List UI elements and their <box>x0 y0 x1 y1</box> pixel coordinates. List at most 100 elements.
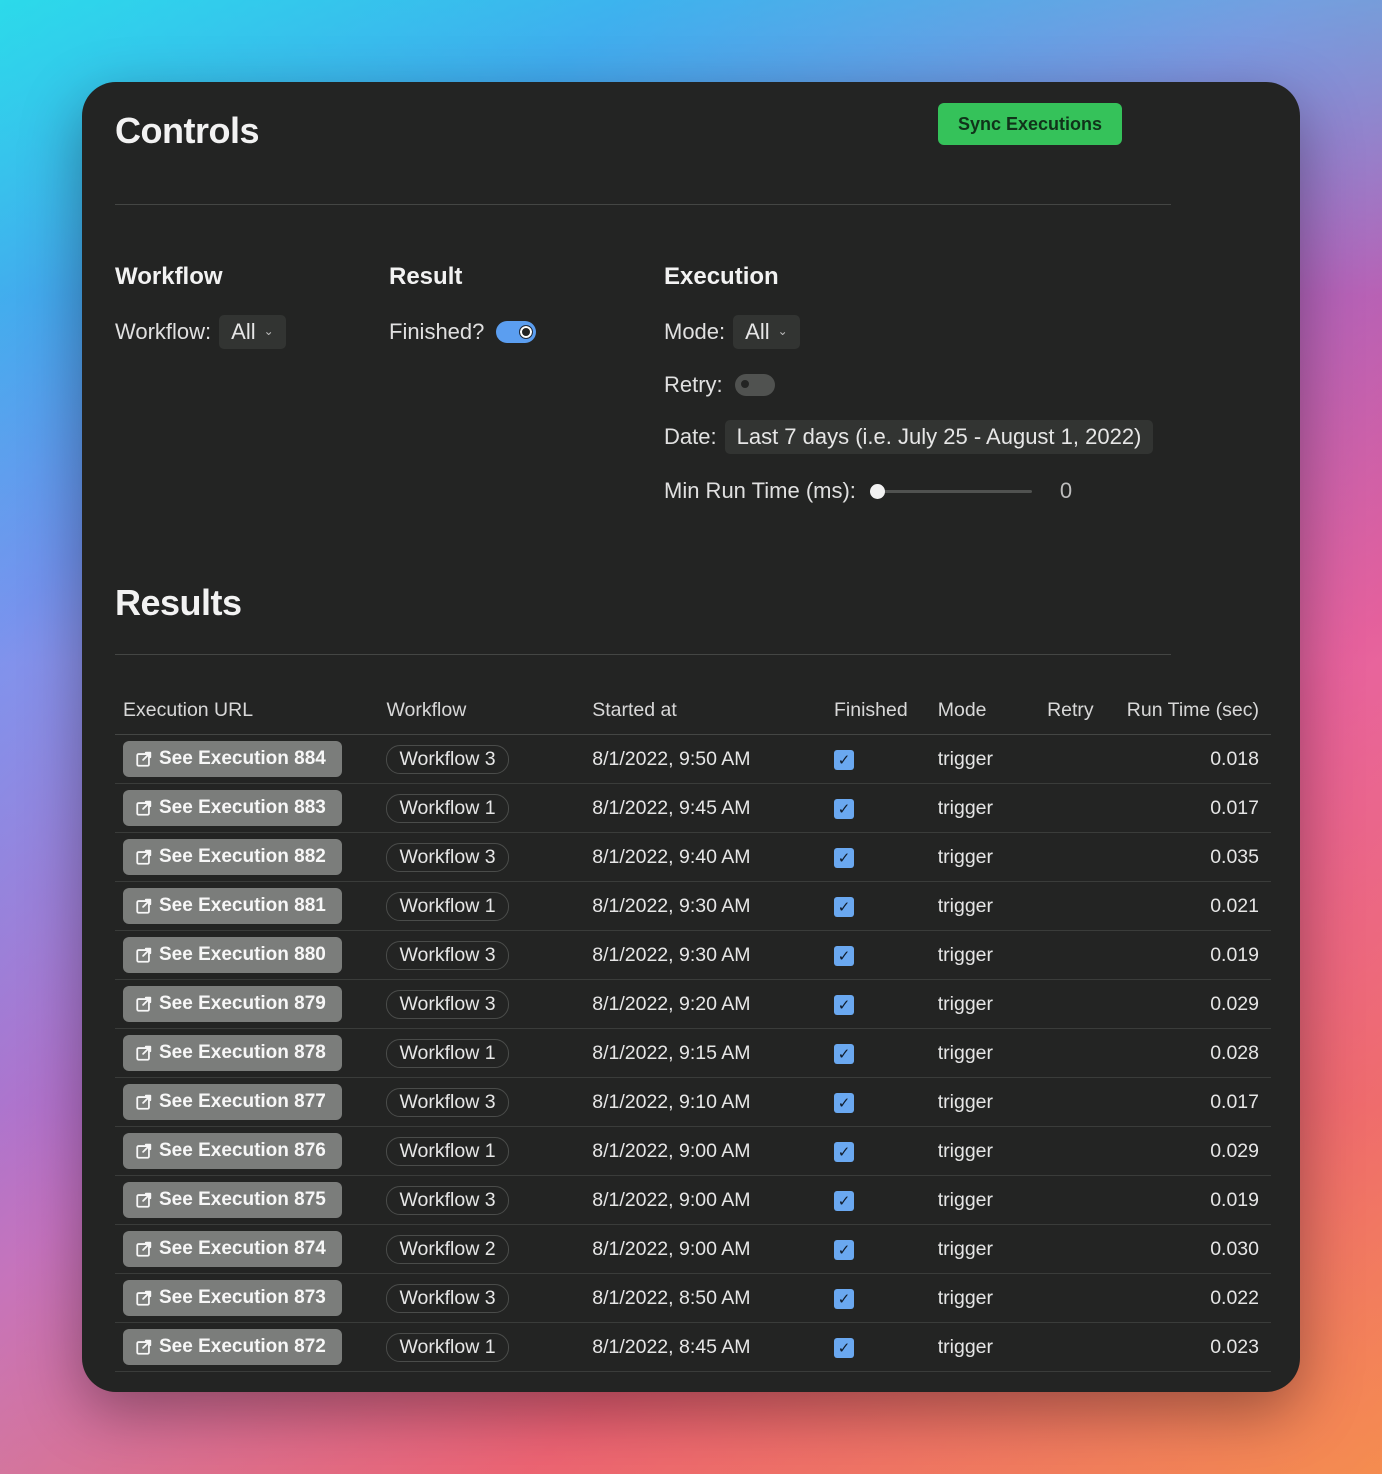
retry-cell <box>1039 1078 1119 1127</box>
see-execution-button[interactable]: See Execution 883 <box>123 790 342 826</box>
workflow-badge: Workflow 1 <box>386 794 508 823</box>
column-header[interactable]: Execution URL <box>115 686 378 735</box>
finished-cell: ✓ <box>826 980 930 1029</box>
column-header[interactable]: Retry <box>1039 686 1119 735</box>
external-link-icon <box>135 1240 153 1258</box>
workflow-select[interactable]: All ⌄ <box>219 315 286 349</box>
external-link-icon <box>135 750 153 768</box>
external-link-icon <box>135 1338 153 1356</box>
execution-url-cell: See Execution 873 <box>115 1274 378 1323</box>
mode-label: Mode: <box>664 319 725 345</box>
column-header[interactable]: Started at <box>584 686 826 735</box>
mode-cell: trigger <box>930 1323 1039 1372</box>
checkbox-checked-icon: ✓ <box>834 897 854 917</box>
run-time-cell: 0.017 <box>1119 1078 1271 1127</box>
workflow-filter: Workflow: All ⌄ <box>115 315 286 349</box>
retry-cell <box>1039 1127 1119 1176</box>
finished-toggle[interactable] <box>496 321 536 343</box>
retry-cell <box>1039 931 1119 980</box>
sync-executions-button[interactable]: Sync Executions <box>938 103 1122 145</box>
execution-url-cell: See Execution 879 <box>115 980 378 1029</box>
run-time-cell: 0.023 <box>1119 1323 1271 1372</box>
workflow-cell: Workflow 3 <box>378 980 584 1029</box>
execution-url-cell: See Execution 874 <box>115 1225 378 1274</box>
see-execution-label: See Execution 884 <box>159 748 326 770</box>
see-execution-button[interactable]: See Execution 879 <box>123 986 342 1022</box>
see-execution-button[interactable]: See Execution 875 <box>123 1182 342 1218</box>
date-range-select[interactable]: Last 7 days (i.e. July 25 - August 1, 20… <box>725 420 1154 454</box>
table-row: See Execution 882Workflow 38/1/2022, 9:4… <box>115 833 1271 882</box>
started-at-cell: 8/1/2022, 8:45 AM <box>584 1323 826 1372</box>
min-run-time-slider[interactable] <box>870 483 1032 499</box>
workflow-cell: Workflow 1 <box>378 1029 584 1078</box>
workflow-badge: Workflow 3 <box>386 1186 508 1215</box>
execution-url-cell: See Execution 882 <box>115 833 378 882</box>
execution-url-cell: See Execution 884 <box>115 735 378 784</box>
see-execution-label: See Execution 877 <box>159 1091 326 1113</box>
execution-url-cell: See Execution 883 <box>115 784 378 833</box>
min-run-time-value: 0 <box>1060 478 1072 504</box>
run-time-cell: 0.017 <box>1119 784 1271 833</box>
retry-cell <box>1039 1029 1119 1078</box>
checkbox-checked-icon: ✓ <box>834 1142 854 1162</box>
retry-filter: Retry: <box>664 372 775 398</box>
see-execution-button[interactable]: See Execution 884 <box>123 741 342 777</box>
execution-url-cell: See Execution 881 <box>115 882 378 931</box>
run-time-cell: 0.019 <box>1119 931 1271 980</box>
see-execution-button[interactable]: See Execution 881 <box>123 888 342 924</box>
see-execution-label: See Execution 882 <box>159 846 326 868</box>
column-header[interactable]: Mode <box>930 686 1039 735</box>
min-run-time-label: Min Run Time (ms): <box>664 478 856 504</box>
finished-cell: ✓ <box>826 784 930 833</box>
workflow-cell: Workflow 2 <box>378 1225 584 1274</box>
see-execution-button[interactable]: See Execution 876 <box>123 1133 342 1169</box>
see-execution-button[interactable]: See Execution 874 <box>123 1231 342 1267</box>
retry-cell <box>1039 882 1119 931</box>
workflow-badge: Workflow 1 <box>386 892 508 921</box>
checkbox-checked-icon: ✓ <box>834 799 854 819</box>
workflow-badge: Workflow 2 <box>386 1235 508 1264</box>
see-execution-label: See Execution 878 <box>159 1042 326 1064</box>
mode-cell: trigger <box>930 1029 1039 1078</box>
mode-cell: trigger <box>930 833 1039 882</box>
column-header[interactable]: Run Time (sec) <box>1119 686 1271 735</box>
column-header[interactable]: Finished <box>826 686 930 735</box>
mode-select[interactable]: All ⌄ <box>733 315 800 349</box>
started-at-cell: 8/1/2022, 9:40 AM <box>584 833 826 882</box>
workflow-cell: Workflow 3 <box>378 1176 584 1225</box>
see-execution-button[interactable]: See Execution 880 <box>123 937 342 973</box>
started-at-cell: 8/1/2022, 9:00 AM <box>584 1225 826 1274</box>
see-execution-button[interactable]: See Execution 882 <box>123 839 342 875</box>
retry-cell <box>1039 1225 1119 1274</box>
started-at-cell: 8/1/2022, 9:20 AM <box>584 980 826 1029</box>
retry-toggle[interactable] <box>735 374 775 396</box>
execution-url-cell: See Execution 875 <box>115 1176 378 1225</box>
run-time-cell: 0.021 <box>1119 882 1271 931</box>
run-time-cell: 0.035 <box>1119 833 1271 882</box>
checkbox-checked-icon: ✓ <box>834 1191 854 1211</box>
finished-cell: ✓ <box>826 931 930 980</box>
min-run-time-filter: Min Run Time (ms): 0 <box>664 478 1072 504</box>
table-row: See Execution 873Workflow 38/1/2022, 8:5… <box>115 1274 1271 1323</box>
slider-thumb[interactable] <box>870 484 885 499</box>
run-time-cell: 0.022 <box>1119 1274 1271 1323</box>
main-panel: Controls Sync Executions Workflow Workfl… <box>82 82 1300 1392</box>
workflow-cell: Workflow 3 <box>378 931 584 980</box>
table-row: See Execution 875Workflow 38/1/2022, 9:0… <box>115 1176 1271 1225</box>
mode-cell: trigger <box>930 1078 1039 1127</box>
see-execution-button[interactable]: See Execution 873 <box>123 1280 342 1316</box>
started-at-cell: 8/1/2022, 9:10 AM <box>584 1078 826 1127</box>
see-execution-label: See Execution 880 <box>159 944 326 966</box>
retry-cell <box>1039 1176 1119 1225</box>
started-at-cell: 8/1/2022, 9:30 AM <box>584 931 826 980</box>
finished-cell: ✓ <box>826 882 930 931</box>
see-execution-button[interactable]: See Execution 877 <box>123 1084 342 1120</box>
divider <box>115 654 1171 655</box>
see-execution-button[interactable]: See Execution 878 <box>123 1035 342 1071</box>
checkbox-checked-icon: ✓ <box>834 1044 854 1064</box>
checkbox-checked-icon: ✓ <box>834 1338 854 1358</box>
see-execution-label: See Execution 874 <box>159 1238 326 1260</box>
see-execution-button[interactable]: See Execution 872 <box>123 1329 342 1365</box>
column-header[interactable]: Workflow <box>378 686 584 735</box>
table-row: See Execution 872Workflow 18/1/2022, 8:4… <box>115 1323 1271 1372</box>
